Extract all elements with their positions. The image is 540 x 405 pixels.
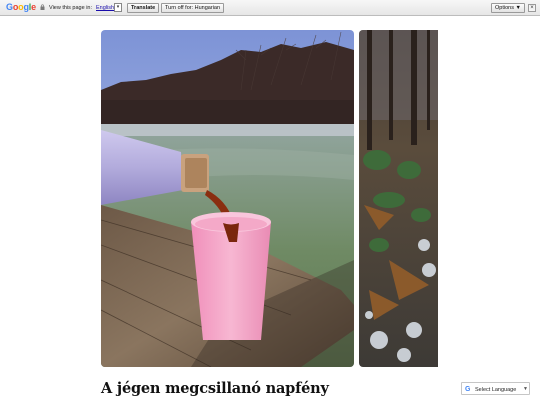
select-language-dropdown[interactable]: G Select Language ▼ bbox=[461, 382, 530, 395]
article-title: A jégen megcsillanó napfény bbox=[101, 380, 329, 397]
lock-icon bbox=[40, 4, 45, 10]
close-icon[interactable]: × bbox=[528, 4, 536, 12]
translate-button[interactable]: Translate bbox=[127, 3, 160, 13]
select-language-label: Select Language bbox=[475, 386, 517, 393]
language-link[interactable]: English bbox=[96, 3, 114, 13]
translate-prompt: View this page in: bbox=[49, 4, 93, 11]
turn-off-button[interactable]: Turn off for: Hungarian bbox=[161, 3, 225, 13]
google-logo: Google bbox=[6, 2, 36, 12]
gallery-photo-side[interactable] bbox=[359, 30, 438, 367]
translate-bar: Google View this page in: English ▾ Tran… bbox=[0, 0, 540, 16]
chevron-down-icon: ▼ bbox=[523, 386, 528, 392]
options-button[interactable]: Options ▼ bbox=[491, 3, 525, 13]
google-g-icon: G bbox=[465, 385, 471, 393]
gallery-photo-main[interactable] bbox=[101, 30, 354, 367]
thermos-lake-photo bbox=[101, 30, 354, 367]
chevron-down-icon[interactable]: ▾ bbox=[114, 3, 122, 12]
frosted-leaves-photo bbox=[359, 30, 438, 367]
